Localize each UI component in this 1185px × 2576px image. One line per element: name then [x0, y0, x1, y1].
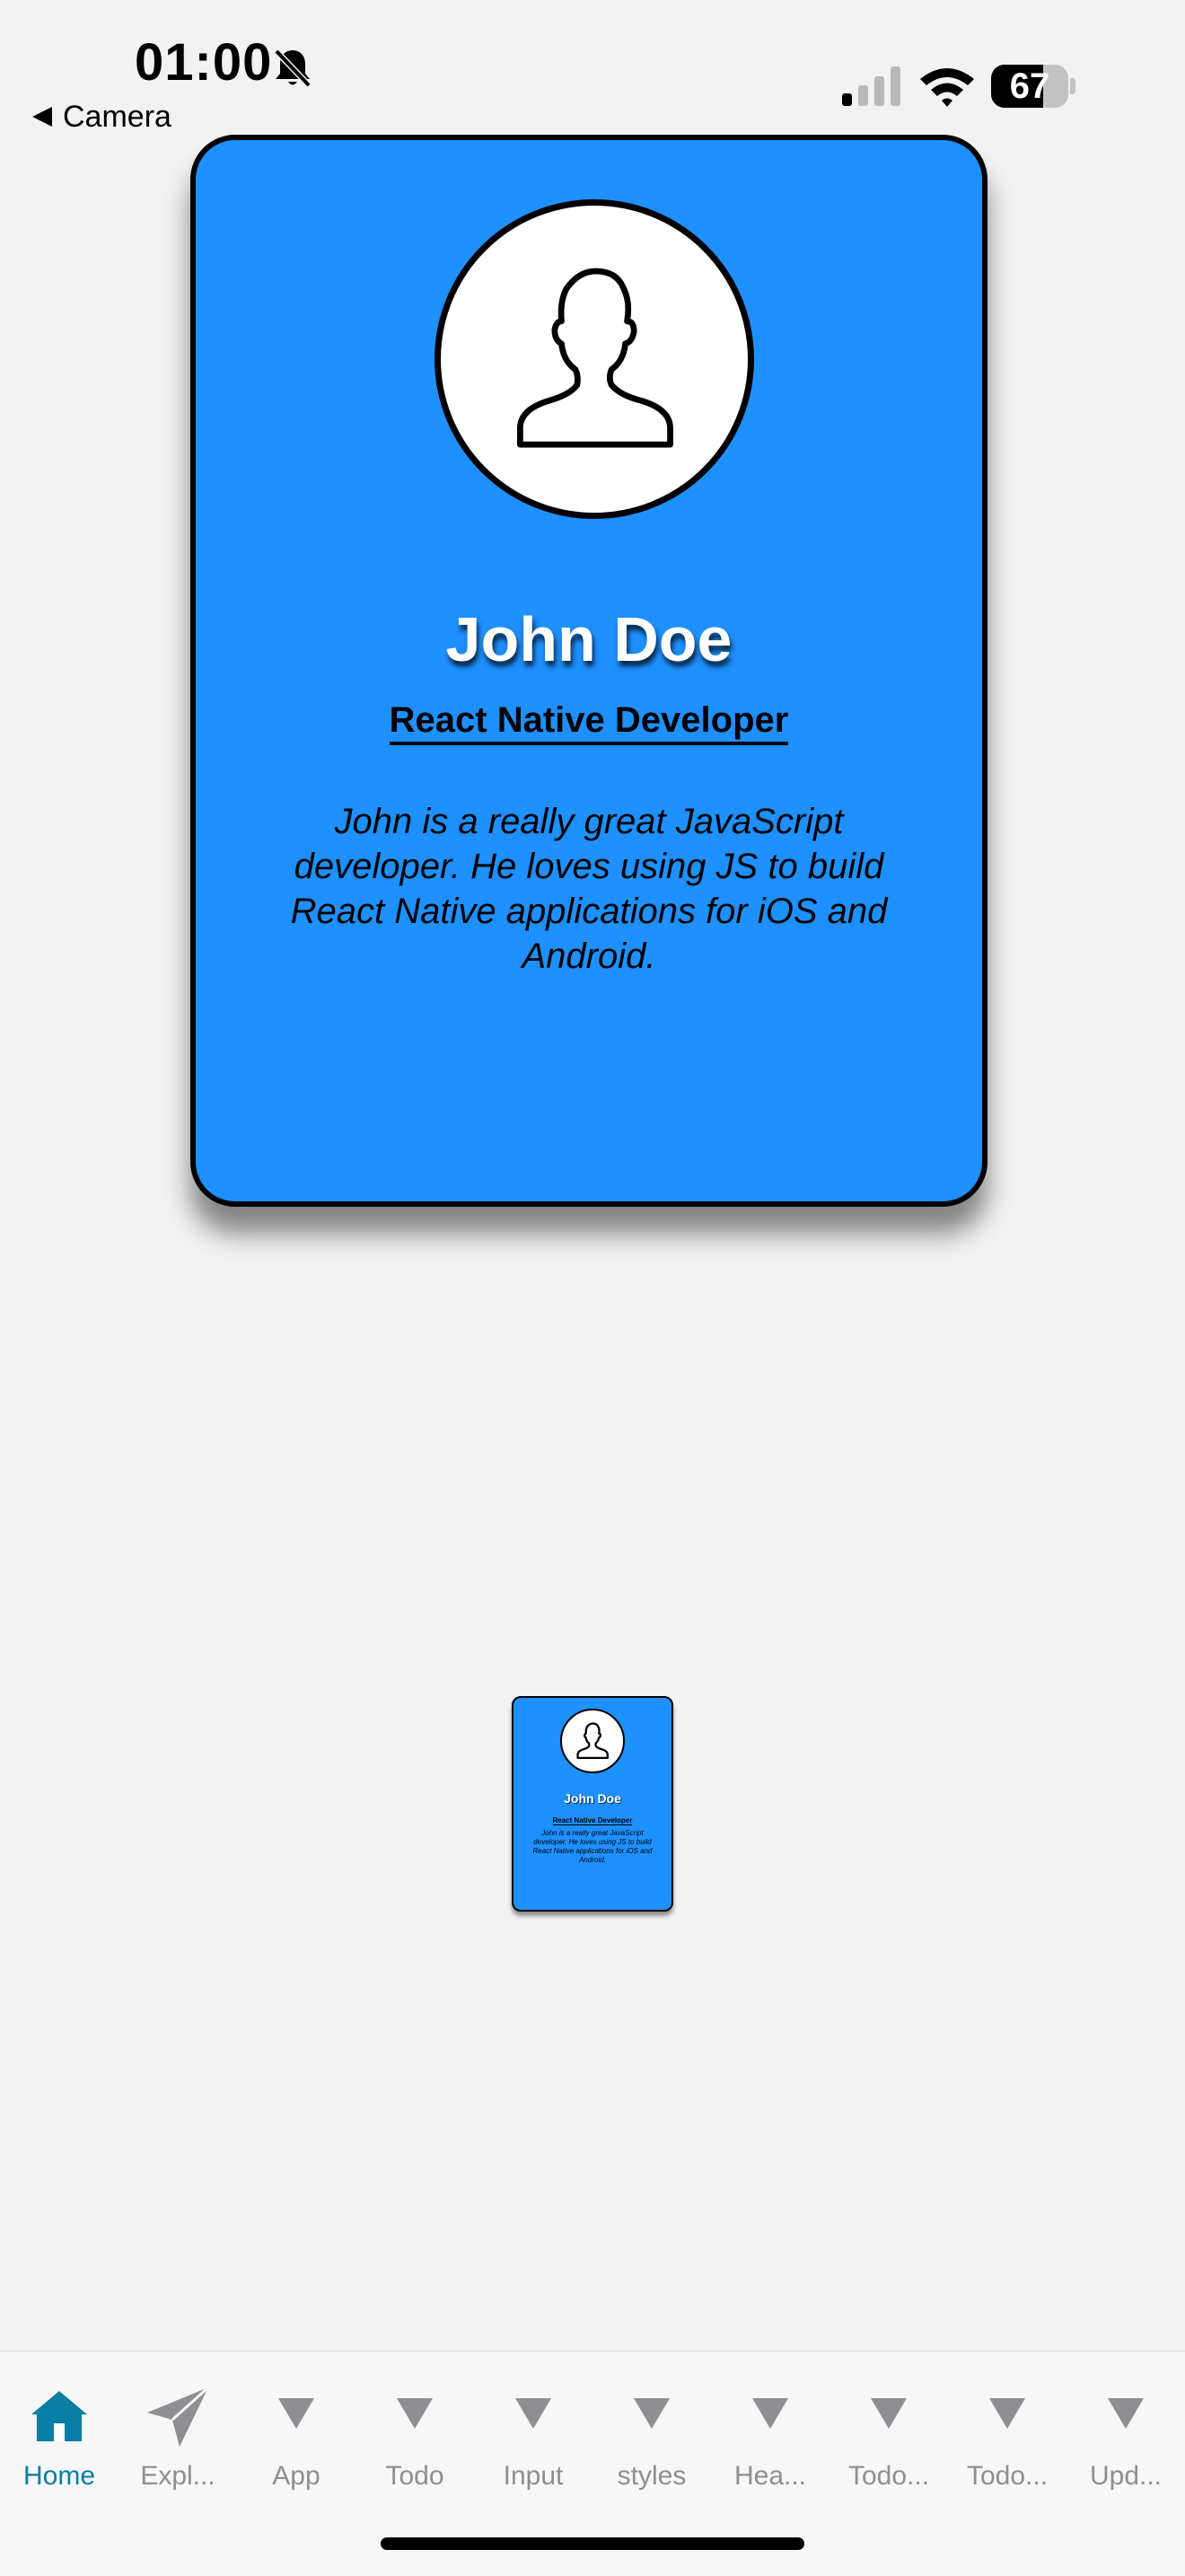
paper-plane-icon — [147, 2386, 210, 2447]
battery-icon: 67 — [991, 65, 1068, 108]
home-indicator[interactable] — [381, 2537, 804, 2550]
tab-label: Todo — [385, 2461, 444, 2491]
tab-app[interactable]: App — [237, 2373, 356, 2491]
mini-avatar — [560, 1709, 625, 1773]
tab-todo[interactable]: Todo — [356, 2373, 474, 2491]
bell-slash-icon — [273, 48, 312, 89]
mini-card-bio: John is a really great JavaScript develo… — [532, 1829, 653, 1864]
mini-profile-card: John Doe React Native Developer John is … — [512, 1696, 673, 1912]
tab-label: Hea... — [733, 2461, 807, 2491]
card-role: React Native Developer — [196, 700, 982, 745]
triangle-icon — [871, 2398, 907, 2429]
tab-update[interactable]: Upd... — [1066, 2373, 1185, 2491]
signal-icon — [842, 66, 900, 106]
status-time: 01:00 — [135, 33, 273, 92]
user-silhouette-icon — [517, 268, 673, 448]
triangle-icon — [752, 2398, 788, 2429]
profile-card: John Doe React Native Developer John is … — [190, 135, 988, 1207]
battery-nub — [1070, 78, 1075, 94]
house-icon — [31, 2391, 87, 2441]
wifi-icon — [920, 68, 974, 107]
tab-input[interactable]: Input — [474, 2373, 592, 2491]
card-role-text: React Native Developer — [389, 700, 789, 745]
back-label: Camera — [63, 99, 171, 134]
card-bio: John is a really great JavaScript develo… — [290, 802, 888, 976]
triangle-icon — [278, 2398, 314, 2429]
tab-header[interactable]: Hea... — [711, 2373, 830, 2491]
back-caret-icon — [32, 107, 52, 127]
user-silhouette-icon — [576, 1722, 609, 1760]
mini-card-role-text: React Native Developer — [552, 1816, 633, 1825]
mini-card-role: React Native Developer — [514, 1811, 672, 1827]
tab-label: Todo... — [966, 2461, 1049, 2491]
tab-todo-2[interactable]: Todo... — [830, 2373, 948, 2491]
tab-label: Upd... — [1089, 2461, 1163, 2491]
card-name: John Doe — [445, 604, 733, 674]
tab-styles[interactable]: styles — [592, 2373, 711, 2491]
triangle-icon — [634, 2398, 670, 2429]
tab-label: styles — [617, 2461, 687, 2491]
back-to-camera-button[interactable]: Camera — [32, 99, 171, 135]
tab-home[interactable]: Home — [0, 2373, 118, 2491]
mini-card-name: John Doe — [564, 1791, 621, 1806]
tab-label: Home — [22, 2461, 96, 2491]
tab-label: Expl... — [140, 2461, 215, 2491]
avatar — [434, 199, 754, 519]
tab-label: Todo... — [847, 2461, 930, 2491]
tab-label: App — [272, 2461, 320, 2491]
triangle-icon — [397, 2398, 433, 2429]
battery-level: 67 — [1009, 66, 1050, 106]
tab-todo-3[interactable]: Todo... — [948, 2373, 1066, 2491]
triangle-icon — [1108, 2398, 1144, 2429]
triangle-icon — [515, 2398, 551, 2429]
tab-explore[interactable]: Expl... — [118, 2373, 237, 2491]
tab-label: Input — [503, 2461, 564, 2491]
triangle-icon — [989, 2398, 1025, 2429]
